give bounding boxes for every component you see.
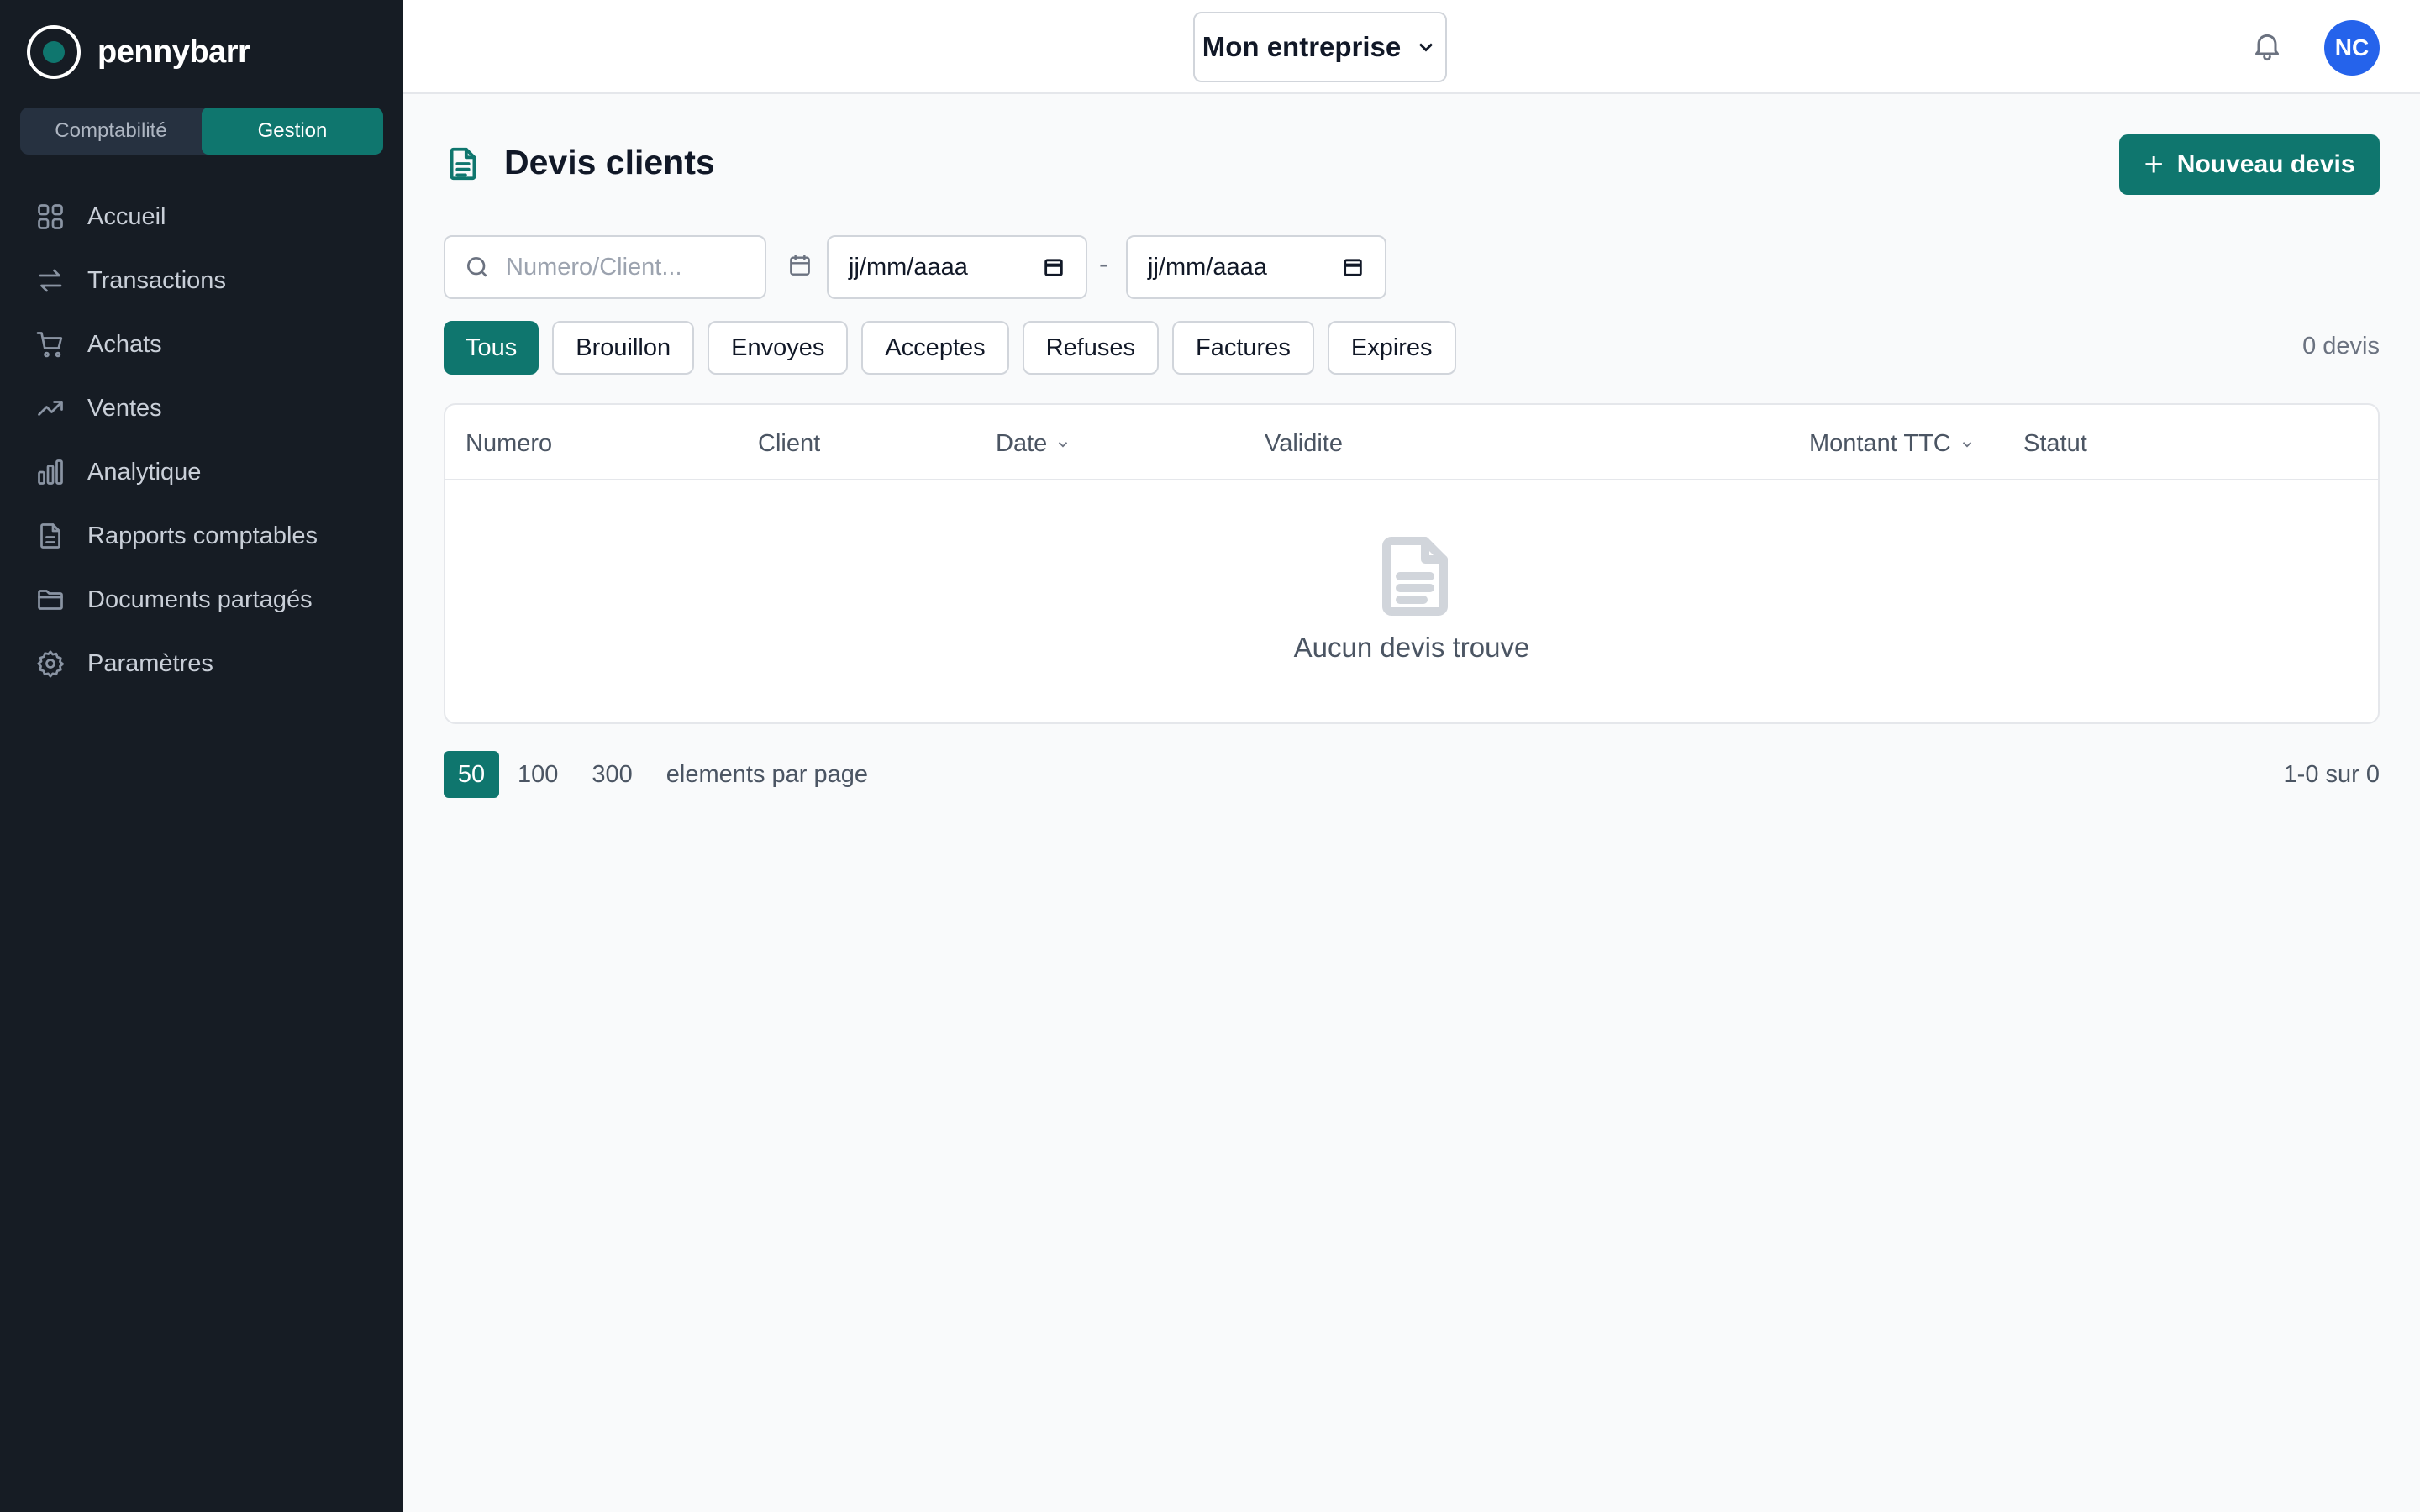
column-validite[interactable]: Validite	[1265, 430, 1343, 458]
sidebar-item-rapports[interactable]: Rapports comptables	[34, 504, 387, 568]
sidebar-item-label: Paramètres	[87, 649, 213, 677]
filter-refuses[interactable]: Refuses	[1022, 321, 1160, 375]
empty-state: Aucun devis trouve	[445, 480, 2378, 724]
company-selector[interactable]: Mon entreprise	[1193, 12, 1447, 82]
sidebar-item-label: Rapports comptables	[87, 522, 318, 549]
page-size-300[interactable]: 300	[592, 761, 632, 789]
trending-up-icon	[34, 391, 67, 425]
filter-tous[interactable]: Tous	[444, 321, 539, 375]
column-client[interactable]: Client	[758, 430, 820, 458]
sidebar-item-label: Achats	[87, 330, 162, 358]
sidebar-item-achats[interactable]: Achats	[34, 312, 387, 376]
sidebar-nav: Accueil Transactions Achats Ventes Analy…	[34, 185, 387, 696]
page-title: Devis clients	[504, 143, 715, 181]
filter-factures[interactable]: Factures	[1172, 321, 1314, 375]
sidebar-item-transactions[interactable]: Transactions	[34, 249, 387, 312]
folder-icon	[34, 583, 67, 617]
status-filters: Tous Brouillon Envoyes Acceptes Refuses …	[444, 321, 1470, 375]
sidebar-item-accueil[interactable]: Accueil	[34, 185, 387, 249]
avatar[interactable]: NC	[2324, 20, 2380, 76]
date-to-value: jj/mm/aaaa	[1148, 253, 1267, 281]
filter-envoyes[interactable]: Envoyes	[708, 321, 849, 375]
document-icon	[444, 144, 484, 185]
calendar-picker-icon[interactable]	[1341, 255, 1365, 279]
brand-name: pennybarr	[97, 34, 250, 70]
gear-icon	[34, 647, 67, 680]
sidebar-item-ventes[interactable]: Ventes	[34, 376, 387, 440]
page-size-selector: 50 100 300 elements par page	[444, 751, 868, 798]
sidebar-item-label: Ventes	[87, 394, 162, 422]
date-from-value: jj/mm/aaaa	[849, 253, 968, 281]
mode-comptabilite[interactable]: Comptabilité	[20, 108, 202, 155]
search-field[interactable]	[444, 235, 766, 299]
page-size-label: elements par page	[666, 760, 868, 788]
quote-count: 0 devis	[2302, 333, 2380, 360]
date-to-input[interactable]: jj/mm/aaaa	[1126, 235, 1386, 299]
sort-chevron-icon	[1059, 441, 1068, 448]
bar-chart-icon	[34, 455, 67, 489]
logo-icon	[27, 25, 81, 79]
search-input[interactable]	[506, 253, 758, 281]
column-numero[interactable]: Numero	[466, 430, 552, 458]
table-header: Numero Client Date Validite Montant TTC …	[445, 405, 2378, 480]
page-size-100[interactable]: 100	[518, 761, 558, 789]
sidebar-item-analytique[interactable]: Analytique	[34, 440, 387, 504]
grid-icon	[34, 200, 67, 234]
sidebar-item-label: Transactions	[87, 266, 226, 294]
sidebar-item-label: Accueil	[87, 202, 166, 230]
date-separator: -	[1099, 249, 1108, 279]
mode-gestion[interactable]: Gestion	[202, 108, 383, 155]
empty-message: Aucun devis trouve	[1293, 632, 1530, 663]
sidebar-item-documents[interactable]: Documents partagés	[34, 568, 387, 632]
arrows-icon	[34, 264, 67, 297]
empty-document-icon	[1381, 536, 1449, 617]
search-icon	[467, 257, 487, 277]
column-statut[interactable]: Statut	[2023, 430, 2087, 458]
sidebar-item-label: Documents partagés	[87, 585, 313, 613]
calendar-icon	[786, 252, 813, 279]
date-from-input[interactable]: jj/mm/aaaa	[827, 235, 1087, 299]
filter-expires[interactable]: Expires	[1327, 321, 1456, 375]
sidebar-item-parametres[interactable]: Paramètres	[34, 632, 387, 696]
top-header: Mon entreprise NC	[403, 0, 2420, 94]
column-montant[interactable]: Montant TTC	[1809, 430, 1975, 458]
company-name: Mon entreprise	[1202, 31, 1402, 62]
notifications-button[interactable]	[2250, 29, 2287, 66]
sidebar-item-label: Analytique	[87, 458, 202, 486]
brand[interactable]: pennybarr	[27, 25, 250, 79]
pagination-range: 1-0 sur 0	[2283, 761, 2380, 788]
cart-icon	[34, 328, 67, 361]
new-quote-button[interactable]: + Nouveau devis	[2119, 134, 2380, 195]
chevron-down-icon	[1419, 43, 1434, 52]
mode-switch: Comptabilité Gestion	[20, 108, 383, 155]
column-date[interactable]: Date	[996, 430, 1071, 458]
page-size-50[interactable]: 50	[444, 751, 499, 798]
bell-icon	[2255, 34, 2279, 61]
filter-acceptes[interactable]: Acceptes	[861, 321, 1009, 375]
sort-chevron-icon	[1962, 441, 1971, 448]
file-icon	[34, 519, 67, 553]
new-quote-label: Nouveau devis	[2176, 150, 2355, 178]
quotes-table: Numero Client Date Validite Montant TTC …	[444, 403, 2380, 724]
plus-icon: +	[2144, 146, 2164, 183]
filter-brouillon[interactable]: Brouillon	[552, 321, 695, 375]
sidebar: pennybarr Comptabilité Gestion Accueil T…	[0, 0, 403, 1512]
calendar-picker-icon[interactable]	[1042, 255, 1065, 279]
